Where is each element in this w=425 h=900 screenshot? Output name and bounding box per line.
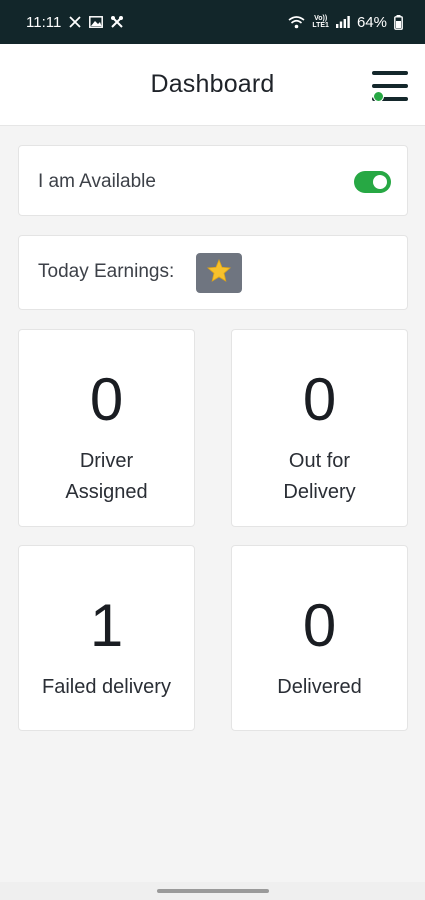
app-header: Dashboard [0,44,425,126]
page-title: Dashboard [150,70,275,98]
stat-card-delivered[interactable]: 0 Delivered [231,545,408,731]
menu-button[interactable] [370,70,410,106]
stat-label: Driver Assigned [65,450,148,503]
missed-call-icon [68,15,82,29]
stat-label: Failed delivery [42,676,171,698]
battery-percent: 64% [356,13,387,31]
volte-indicator: Vo)) LTE1 [312,15,329,29]
online-status-dot [373,91,384,102]
stat-value: 0 [89,366,124,433]
gesture-handle[interactable] [157,889,269,893]
status-left: 11:11 [26,14,124,31]
signal-icon [335,16,350,28]
status-right: Vo)) LTE1 64% [288,14,403,31]
earnings-button[interactable] [196,253,242,293]
network-top-text: Vo)) [314,15,328,22]
stat-card-failed-delivery[interactable]: 1 Failed delivery [18,545,195,731]
availability-toggle[interactable] [354,171,391,193]
stat-card-driver-assigned[interactable]: 0 Driver Assigned [18,329,195,527]
stat-value: 0 [302,592,337,659]
stat-value: 0 [302,366,337,433]
stat-label: Out for Delivery [283,450,356,503]
stat-label: Delivered [277,676,362,698]
earnings-card: Today Earnings: [18,235,408,310]
earnings-label: Today Earnings: [38,261,175,282]
tools-icon [110,15,124,29]
network-bottom-text: LTE1 [312,22,329,29]
stat-card-out-for-delivery[interactable]: 0 Out for Delivery [231,329,408,527]
availability-label: I am Available [38,171,156,192]
star-icon [207,258,231,287]
status-time: 11:11 [26,13,62,31]
image-icon [89,16,104,28]
toggle-knob [373,175,387,189]
status-bar: 11:11 Vo)) LTE1 64% [0,0,425,44]
menu-bar-middle [372,84,408,88]
menu-bar-top [372,71,408,75]
battery-icon [394,14,403,30]
availability-card: I am Available [18,145,408,216]
wifi-icon [288,15,305,29]
stat-value: 1 [89,592,124,659]
